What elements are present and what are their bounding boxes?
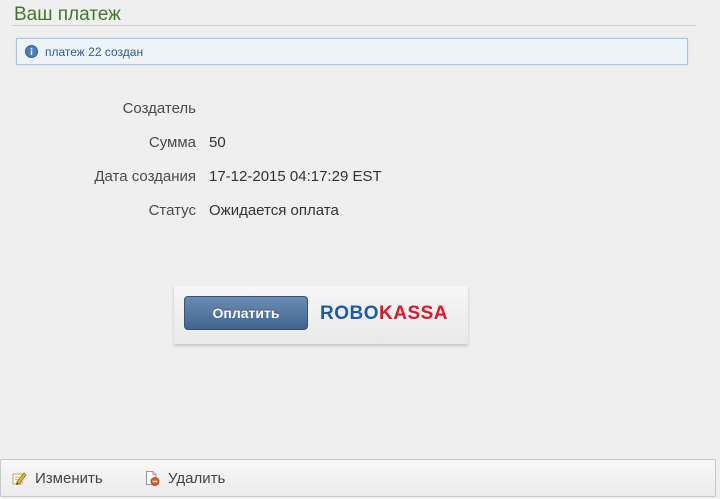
- status-value: Ожидается оплата: [209, 202, 339, 219]
- amount-value: 50: [209, 134, 226, 151]
- edit-button[interactable]: Изменить: [11, 460, 103, 496]
- delete-label: Удалить: [168, 469, 226, 487]
- robokassa-logo-kassa: KASSA: [379, 303, 449, 324]
- pay-button[interactable]: Оплатить: [184, 296, 308, 330]
- delete-button[interactable]: Удалить: [144, 460, 225, 496]
- robokassa-logo: ROBOKASSA: [320, 303, 448, 325]
- status-label: Статус: [148, 202, 196, 219]
- delete-document-icon: [144, 470, 160, 486]
- created-date-value: 17-12-2015 04:17:29 EST: [209, 168, 382, 185]
- info-notice: платеж 22 создан: [16, 38, 688, 65]
- robokassa-logo-robo: ROBO: [320, 303, 379, 324]
- created-date-label: Дата создания: [94, 168, 196, 185]
- robokassa-pay-panel: Оплатить ROBOKASSA: [174, 286, 468, 344]
- page-title: Ваш платеж: [14, 4, 121, 25]
- amount-label: Сумма: [148, 134, 196, 151]
- info-icon: [25, 45, 38, 58]
- title-divider: [12, 25, 696, 26]
- creator-label: Создатель: [122, 100, 196, 117]
- edit-label: Изменить: [35, 469, 103, 487]
- notice-text: платеж 22 создан: [45, 44, 144, 59]
- pencil-icon: [11, 470, 27, 486]
- action-toolbar: Изменить Удалить: [0, 459, 716, 497]
